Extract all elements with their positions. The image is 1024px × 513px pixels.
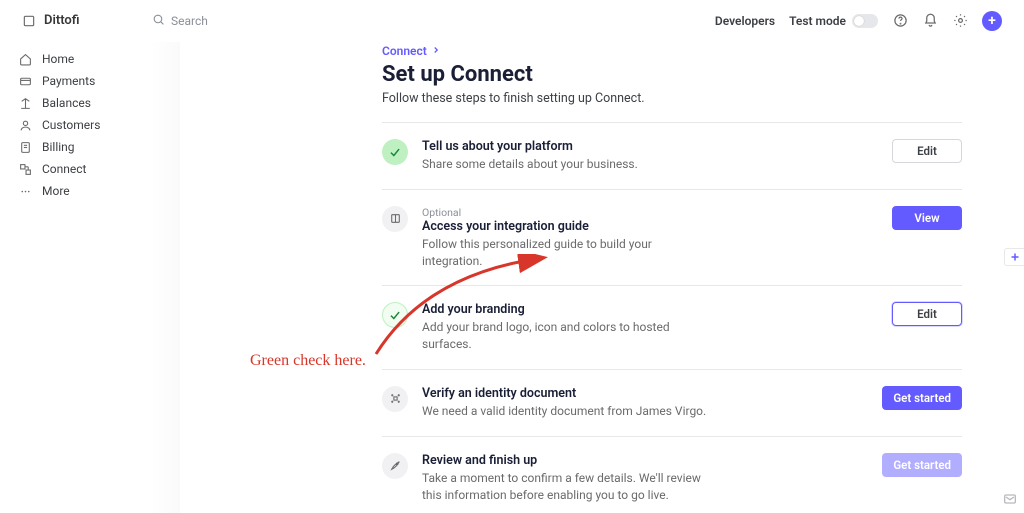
search-box[interactable]: Search bbox=[152, 13, 208, 29]
payments-icon bbox=[18, 74, 32, 88]
corner-icon bbox=[1002, 491, 1018, 507]
balances-icon bbox=[18, 96, 32, 110]
check-icon bbox=[382, 139, 408, 165]
edit-button[interactable]: Edit bbox=[892, 302, 962, 326]
page-title: Set up Connect bbox=[382, 62, 962, 87]
floating-add-tab[interactable] bbox=[1004, 248, 1024, 266]
step-integration-guide: Optional Access your integration guide F… bbox=[382, 189, 962, 286]
step-title: Tell us about your platform bbox=[422, 139, 878, 154]
more-icon bbox=[18, 184, 32, 198]
step-branding: Add your branding Add your brand logo, i… bbox=[382, 285, 962, 369]
help-icon[interactable] bbox=[892, 13, 908, 29]
brand-name: Dittofi bbox=[44, 13, 80, 28]
step-title: Review and finish up bbox=[422, 453, 868, 468]
test-mode-toggle[interactable]: Test mode bbox=[789, 14, 878, 28]
breadcrumb[interactable]: Connect bbox=[382, 44, 962, 58]
breadcrumb-label: Connect bbox=[382, 44, 427, 58]
sidebar: Home Payments Balances Customers Billing… bbox=[0, 42, 180, 513]
step-desc: Take a moment to confirm a few details. … bbox=[422, 470, 712, 504]
toggle-icon[interactable] bbox=[852, 14, 878, 28]
page-subtitle: Follow these steps to finish setting up … bbox=[382, 91, 962, 106]
step-desc: Follow this personalized guide to build … bbox=[422, 236, 712, 270]
brand-icon bbox=[22, 14, 36, 28]
sidebar-item-label: Billing bbox=[42, 140, 75, 154]
step-platform: Tell us about your platform Share some d… bbox=[382, 122, 962, 189]
chevron-right-icon bbox=[431, 44, 441, 58]
step-identity: Verify an identity document We need a va… bbox=[382, 369, 962, 436]
sidebar-item-label: Connect bbox=[42, 162, 86, 176]
gear-icon[interactable] bbox=[952, 13, 968, 29]
home-icon bbox=[18, 52, 32, 66]
sidebar-item-more[interactable]: More bbox=[12, 180, 168, 202]
step-desc: Add your brand logo, icon and colors to … bbox=[422, 319, 712, 353]
brand[interactable]: Dittofi bbox=[22, 13, 152, 28]
step-desc: Share some details about your business. bbox=[422, 156, 712, 173]
bell-icon[interactable] bbox=[922, 13, 938, 29]
topbar: Dittofi Search Developers Test mode + bbox=[0, 0, 1024, 42]
sidebar-item-label: Home bbox=[42, 52, 74, 66]
search-icon bbox=[152, 13, 165, 29]
step-title: Access your integration guide bbox=[422, 219, 878, 234]
sidebar-item-label: More bbox=[42, 184, 70, 198]
test-mode-label: Test mode bbox=[789, 14, 846, 28]
developers-link[interactable]: Developers bbox=[715, 14, 775, 28]
get-started-button[interactable]: Get started bbox=[882, 386, 962, 410]
sidebar-item-billing[interactable]: Billing bbox=[12, 136, 168, 158]
sidebar-item-home[interactable]: Home bbox=[12, 48, 168, 70]
step-review: Review and finish up Take a moment to co… bbox=[382, 436, 962, 513]
add-button[interactable]: + bbox=[982, 11, 1002, 31]
topbar-right: Developers Test mode + bbox=[715, 11, 1002, 31]
identity-icon bbox=[382, 386, 408, 412]
step-desc: We need a valid identity document from J… bbox=[422, 403, 712, 420]
connect-icon bbox=[18, 162, 32, 176]
sidebar-item-connect[interactable]: Connect bbox=[12, 158, 168, 180]
step-title: Verify an identity document bbox=[422, 386, 868, 401]
get-started-button-disabled: Get started bbox=[882, 453, 962, 477]
step-title: Add your branding bbox=[422, 302, 878, 317]
sidebar-item-label: Payments bbox=[42, 74, 95, 88]
sidebar-item-label: Customers bbox=[42, 118, 100, 132]
edit-button[interactable]: Edit bbox=[892, 139, 962, 163]
main: Connect Set up Connect Follow these step… bbox=[180, 42, 1024, 513]
customers-icon bbox=[18, 118, 32, 132]
sidebar-item-label: Balances bbox=[42, 96, 91, 110]
billing-icon bbox=[18, 140, 32, 154]
optional-label: Optional bbox=[422, 206, 878, 219]
search-placeholder: Search bbox=[171, 14, 208, 28]
sidebar-item-customers[interactable]: Customers bbox=[12, 114, 168, 136]
check-icon bbox=[382, 302, 408, 328]
sidebar-item-payments[interactable]: Payments bbox=[12, 70, 168, 92]
annotation-text: Green check here. bbox=[250, 352, 366, 370]
rocket-icon bbox=[382, 453, 408, 479]
guide-icon bbox=[382, 206, 408, 232]
view-button[interactable]: View bbox=[892, 206, 962, 230]
sidebar-item-balances[interactable]: Balances bbox=[12, 92, 168, 114]
